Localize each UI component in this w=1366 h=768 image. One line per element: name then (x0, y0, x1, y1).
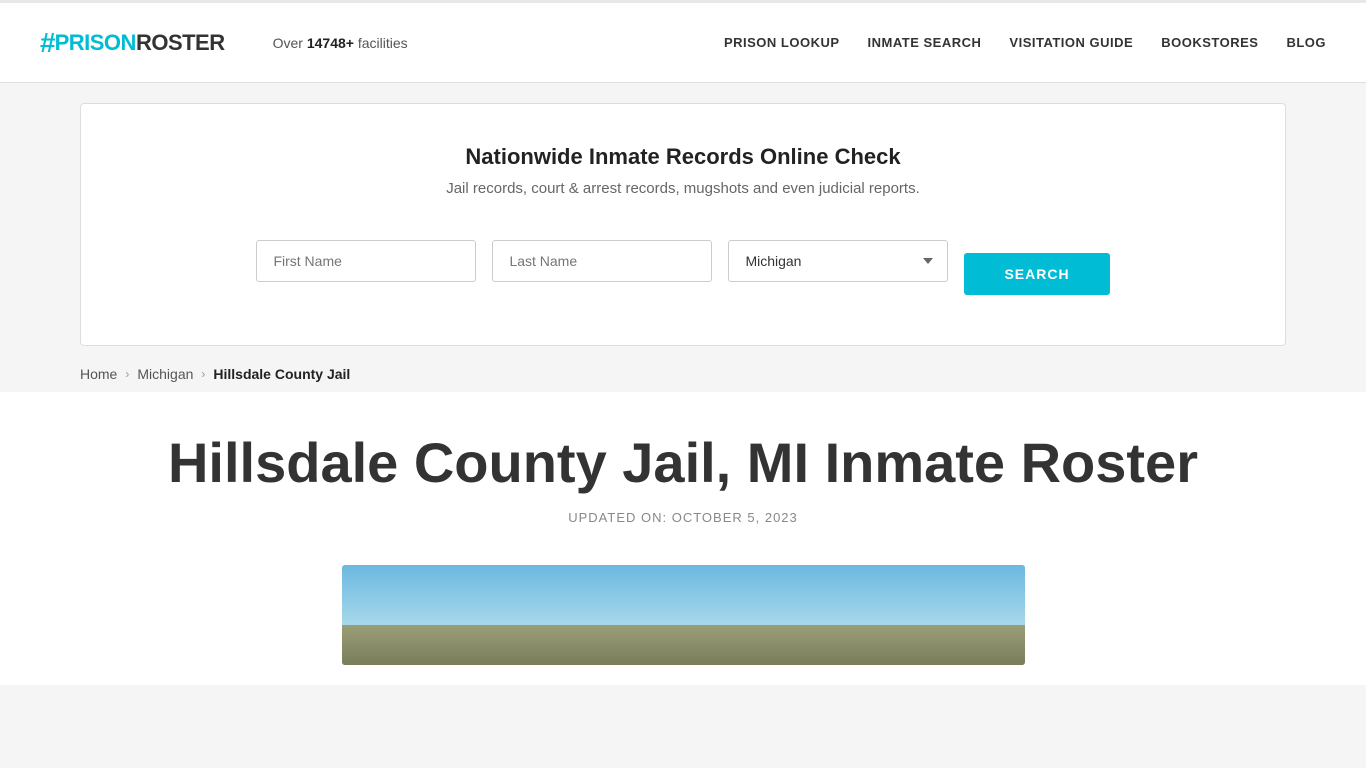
breadcrumb-chevron-2: › (201, 367, 205, 381)
logo-roster-text: ROSTER (136, 30, 225, 56)
logo[interactable]: #PRISONROSTER (40, 27, 225, 59)
search-banner: Nationwide Inmate Records Online Check J… (80, 103, 1286, 346)
nav-blog[interactable]: BLOG (1286, 35, 1326, 50)
image-ground (342, 625, 1025, 665)
breadcrumb-chevron-1: › (125, 367, 129, 381)
header: #PRISONROSTER Over 14748+ facilities PRI… (0, 3, 1366, 83)
logo-hash: # (40, 27, 55, 59)
state-select[interactable]: MichiganAlabamaAlaskaArizonaArkansasCali… (728, 240, 948, 282)
page-title-section: Hillsdale County Jail, MI Inmate Roster … (0, 392, 1366, 545)
banner-title: Nationwide Inmate Records Online Check (141, 144, 1225, 170)
breadcrumb-current-page: Hillsdale County Jail (213, 366, 350, 382)
banner-subtitle: Jail records, court & arrest records, mu… (141, 180, 1225, 197)
search-button-row: SEARCH (964, 243, 1109, 295)
inmate-search-form: MichiganAlabamaAlaskaArizonaArkansasCali… (141, 227, 1225, 295)
nav-prison-lookup[interactable]: PRISON LOOKUP (724, 35, 840, 50)
nav-inmate-search[interactable]: INMATE SEARCH (868, 35, 982, 50)
logo-prison-text: PRISON (55, 30, 136, 56)
breadcrumb-state[interactable]: Michigan (137, 366, 193, 382)
image-sky (342, 565, 1025, 625)
nav-visitation-guide[interactable]: VISITATION GUIDE (1009, 35, 1133, 50)
page-title: Hillsdale County Jail, MI Inmate Roster (80, 432, 1286, 494)
search-button[interactable]: SEARCH (964, 253, 1109, 295)
first-name-input[interactable] (256, 240, 476, 282)
facilities-number: 14748+ (307, 35, 354, 51)
update-date: UPDATED ON: OCTOBER 5, 2023 (80, 510, 1286, 525)
facility-image-section (0, 545, 1366, 685)
last-name-input[interactable] (492, 240, 712, 282)
breadcrumb-home[interactable]: Home (80, 366, 117, 382)
facilities-count-text: Over 14748+ facilities (273, 35, 408, 51)
nav-bookstores[interactable]: BOOKSTORES (1161, 35, 1258, 50)
main-nav: PRISON LOOKUP INMATE SEARCH VISITATION G… (724, 35, 1326, 50)
breadcrumb: Home › Michigan › Hillsdale County Jail (80, 366, 1286, 382)
facility-image (342, 565, 1025, 665)
search-inputs-row: MichiganAlabamaAlaskaArizonaArkansasCali… (256, 240, 948, 282)
